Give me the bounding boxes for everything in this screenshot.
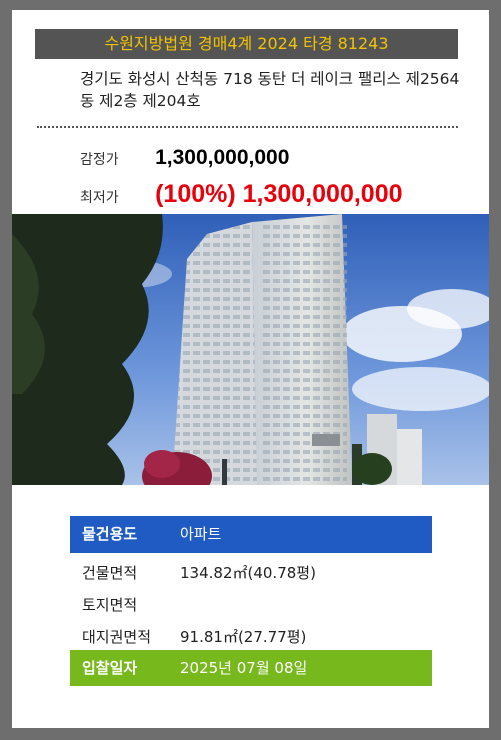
property-address: 경기도 화성시 산척동 718 동탄 더 레이크 팰리스 제2564동 제2층 …: [80, 70, 460, 110]
usage-value: 아파트: [180, 525, 222, 543]
apartment-building-photo: [12, 214, 489, 485]
minimum-value: (100%) 1,300,000,000: [155, 180, 403, 208]
usage-label: 물건용도: [82, 525, 138, 543]
building-area-value: 134.82㎡(40.78평): [180, 564, 316, 582]
case-title: 수원지방법원 경매4계 2024 타경 81243: [35, 29, 458, 59]
bid-date-value: 2025년 07월 08일: [180, 659, 308, 677]
building-area-label: 건물면적: [82, 564, 138, 582]
appraisal-price-row: 감정가 1,300,000,000: [80, 146, 289, 170]
land-area-label: 토지면적: [82, 596, 138, 614]
bid-date-row: 입찰일자 2025년 07월 08일: [70, 650, 432, 686]
land-rights-area-value: 91.81㎡(27.77평): [180, 628, 307, 646]
minimum-price-row: 최저가 (100%) 1,300,000,000: [80, 180, 403, 209]
land-rights-area-row: 대지권면적 91.81㎡(27.77평): [70, 621, 432, 653]
usage-row: 물건용도 아파트: [70, 516, 432, 553]
land-area-row: 토지면적: [70, 589, 432, 621]
auction-card: 수원지방법원 경매4계 2024 타경 81243 경기도 화성시 산척동 71…: [12, 10, 489, 728]
appraisal-label: 감정가: [80, 152, 119, 168]
bid-date-label: 입찰일자: [82, 659, 138, 677]
appraisal-value: 1,300,000,000: [155, 146, 290, 169]
land-rights-area-label: 대지권면적: [82, 628, 152, 646]
minimum-label: 최저가: [80, 190, 119, 206]
dotted-divider: [37, 126, 458, 128]
building-area-row: 건물면적 134.82㎡(40.78평): [70, 557, 432, 589]
